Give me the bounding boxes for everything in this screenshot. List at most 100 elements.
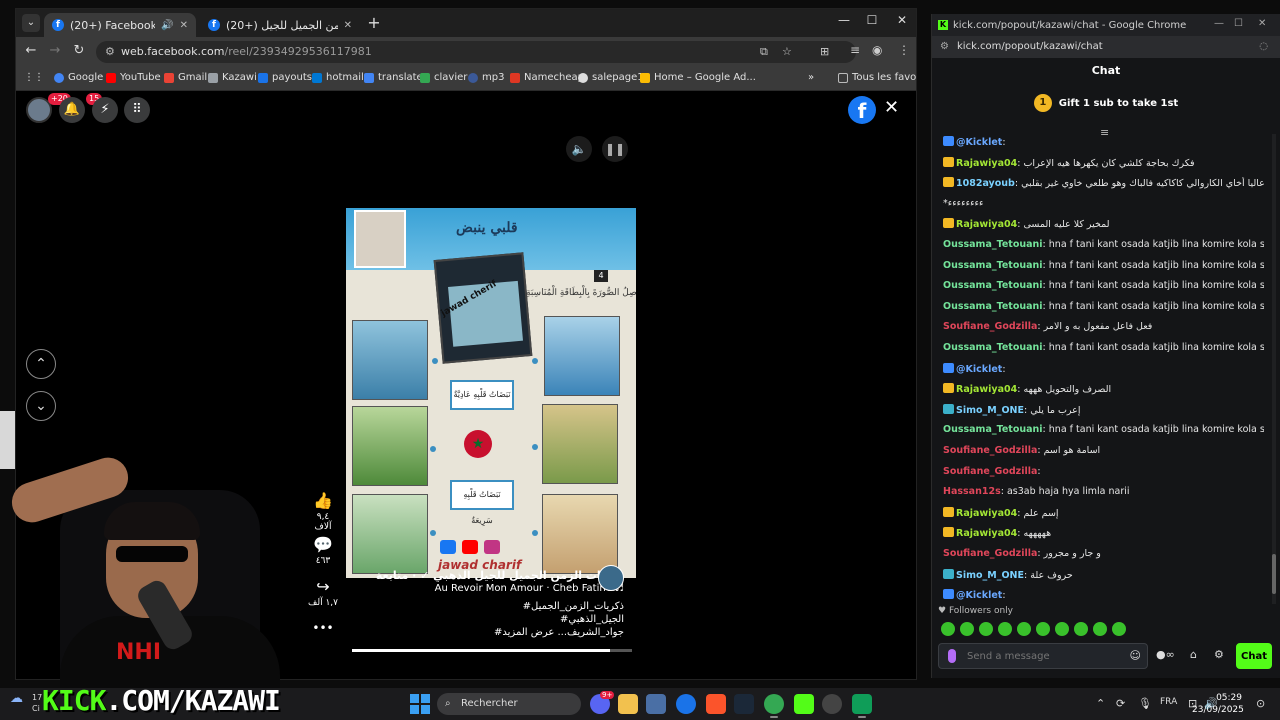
chat-username[interactable]: Rajawiya04 — [956, 528, 1017, 539]
bookmark-google[interactable]: Google — [54, 72, 103, 83]
chat-username[interactable]: 1082ayoub — [956, 178, 1015, 189]
chat-message[interactable]: Oussama_Tetouani: hna f tani kant osada … — [943, 301, 1264, 313]
plus-icon[interactable]: + — [364, 13, 384, 33]
next-reel-button[interactable]: ⌄ — [26, 391, 56, 421]
chat-username[interactable]: Oussama_Tetouani — [943, 260, 1043, 271]
bell-icon[interactable]: 🔔 — [59, 97, 85, 123]
steam-icon[interactable] — [734, 694, 754, 714]
tab-search-icon[interactable]: ⌄ — [22, 14, 40, 32]
sub-icon[interactable]: ●∞ — [1156, 648, 1175, 661]
bookmark-youtube[interactable]: YouTube — [106, 72, 161, 83]
chat-username[interactable]: Oussama_Tetouani — [943, 424, 1043, 435]
chat-message[interactable]: *ءءءءءءءء — [943, 198, 1264, 210]
bookmark-mp3[interactable]: mp3 — [468, 72, 504, 83]
chat-send-button[interactable]: Chat — [1236, 643, 1272, 669]
chat-message[interactable]: 1082ayoub: دبا أعاليا أخاي الكاروالي كاك… — [943, 177, 1264, 190]
back-arrow-icon[interactable]: ← — [22, 43, 40, 58]
volume-icon[interactable]: 🔈 — [566, 136, 592, 162]
chat-address-bar[interactable]: ⚙ kick.com/popout/kazawi/chat ◌ — [932, 36, 1280, 58]
chat-message[interactable]: @Kicklet: — [943, 362, 1264, 376]
chat-message[interactable]: Oussama_Tetouani: hna f tani kant osada … — [943, 260, 1264, 272]
emoji-icon[interactable]: ☺ — [1130, 649, 1141, 662]
chat-username[interactable]: @Kicklet — [956, 590, 1002, 601]
chrome-icon[interactable] — [676, 694, 696, 714]
comment-button[interactable]: 💬 ٤٦٣ — [308, 535, 338, 566]
reel-music[interactable]: Au Revoir Mon Amour · Cheb Fatine ♬ — [435, 583, 624, 594]
chat-message[interactable]: Rajawiya04: هههههه — [943, 527, 1264, 540]
taskbar-search[interactable]: ⌕ Rechercher — [437, 693, 581, 715]
chat-username[interactable]: @Kicklet — [956, 137, 1002, 148]
profile-avatar-icon[interactable]: ◉ — [872, 43, 882, 57]
chat-message[interactable]: Soufiane_Godzilla: و جار و مجرور — [943, 548, 1264, 560]
bookmark-salepage1[interactable]: salepage1 — [578, 72, 644, 83]
chat-message[interactable]: Oussama_Tetouani: hna f tani kant osada … — [943, 280, 1264, 292]
chat-username[interactable]: Simo_M_ONE — [956, 570, 1024, 581]
emote-icon[interactable] — [1093, 622, 1107, 636]
kick-icon[interactable] — [794, 694, 814, 714]
chat-message[interactable]: Soufiane_Godzilla: — [943, 466, 1264, 478]
chat-message[interactable]: Soufiane_Godzilla: فعل فاعل مفعول به و ا… — [943, 321, 1264, 333]
reload-icon[interactable]: ↻ — [70, 43, 88, 58]
clock[interactable]: 05:29 23/09/2025 — [1192, 692, 1244, 716]
chat-message[interactable]: Rajawiya04: فكرك بحاجة كلشي كان يكهرها ه… — [943, 156, 1264, 170]
bookmark-google-ads[interactable]: Home – Google Ad... — [640, 72, 756, 83]
language-indicator[interactable]: FRA — [1160, 697, 1177, 707]
chat-username[interactable]: Hassan12s — [943, 486, 1001, 497]
kebab-menu-icon[interactable]: ⋮ — [898, 43, 910, 57]
chat-username[interactable]: Soufiane_Godzilla — [943, 445, 1037, 456]
emote-icon[interactable] — [1036, 622, 1050, 636]
message-input[interactable] — [967, 648, 1117, 664]
install-app-icon[interactable]: ⧉ — [760, 45, 768, 59]
brave-icon[interactable] — [706, 694, 726, 714]
bookmark-kazawi[interactable]: Kazawi — [208, 72, 257, 83]
emote-icon[interactable] — [960, 622, 974, 636]
chat-username[interactable]: Oussama_Tetouani — [943, 342, 1043, 353]
site-info-icon[interactable]: ⚙ — [105, 45, 115, 58]
chat-username[interactable]: Oussama_Tetouani — [943, 280, 1043, 291]
all-bookmarks[interactable]: Tous les favoris — [838, 72, 916, 83]
site-info-icon[interactable]: ⚙ — [940, 36, 949, 58]
bookmark-translate[interactable]: translate — [364, 72, 423, 83]
chat-message[interactable]: @Kicklet: — [943, 136, 1264, 149]
hashtag-3-see-more[interactable]: #جواد_الشريف... عرض المزيد — [494, 627, 624, 638]
chat-message[interactable]: Oussama_Tetouani: hna f tani kant osada … — [943, 239, 1264, 251]
chat-username[interactable]: Soufiane_Godzilla — [943, 321, 1037, 332]
eye-off-icon[interactable]: ◌ — [1259, 36, 1268, 58]
close-icon[interactable]: ✕ — [884, 97, 899, 118]
chat-message[interactable]: Simo_M_ONE: إعرب ما يلي — [943, 403, 1264, 417]
chat-message[interactable]: Simo_M_ONE: حروف علة — [943, 568, 1264, 582]
emote-icon[interactable] — [941, 622, 955, 636]
chat-message[interactable]: Rajawiya04: الصرف والتحويل هههه — [943, 383, 1264, 396]
apps-grid-icon[interactable]: ⋮⋮ — [24, 72, 44, 83]
notifications-icon[interactable]: ⊙ — [1256, 697, 1265, 710]
minimize-icon[interactable]: — — [1214, 18, 1224, 29]
chat-username[interactable]: @Kicklet — [956, 364, 1002, 375]
emote-icon[interactable] — [1074, 622, 1088, 636]
chrome-active-icon[interactable] — [764, 694, 784, 718]
bookmarks-more-button[interactable]: » — [808, 72, 814, 83]
chat-username[interactable]: Oussama_Tetouani — [943, 301, 1043, 312]
file-explorer-icon[interactable] — [618, 694, 638, 714]
gift-sub-banner[interactable]: 1 Gift 1 sub to take 1st — [932, 94, 1280, 112]
maximize-icon[interactable]: ☐ — [1234, 18, 1243, 29]
chat-username[interactable]: Soufiane_Godzilla — [943, 466, 1037, 477]
chat-username[interactable]: Rajawiya04 — [956, 384, 1017, 395]
chat-message[interactable]: Oussama_Tetouani: hna f tani kant osada … — [943, 342, 1264, 354]
chat-messages[interactable]: @Kicklet: Rajawiya04: فكرك بحاجة كلشي كا… — [932, 132, 1272, 602]
previous-reel-button[interactable]: ⌃ — [26, 349, 56, 379]
bookmark-star-icon[interactable]: ☆ — [782, 45, 792, 58]
sheets-icon[interactable] — [852, 694, 872, 718]
hashtag-2[interactable]: #الجيل_الذهبي — [560, 614, 624, 625]
maximize-icon[interactable]: ☐ — [862, 13, 882, 27]
gear-icon[interactable]: ⚙ — [1214, 648, 1224, 661]
emote-icon[interactable] — [1112, 622, 1126, 636]
bookmark-hotmail[interactable]: hotmail — [312, 72, 364, 83]
reel-progress-bar[interactable] — [352, 649, 632, 652]
page-avatar[interactable] — [598, 565, 624, 591]
extensions-icon[interactable]: ⊞ — [820, 45, 829, 58]
facebook-logo-icon[interactable]: f — [848, 96, 876, 124]
speaker-icon[interactable]: 🔊 — [161, 20, 173, 31]
chat-message[interactable]: Rajawiya04: إسم علم — [943, 506, 1264, 520]
media-control-icon[interactable]: ≡ — [850, 43, 860, 57]
window-close-icon[interactable]: ✕ — [892, 13, 912, 27]
